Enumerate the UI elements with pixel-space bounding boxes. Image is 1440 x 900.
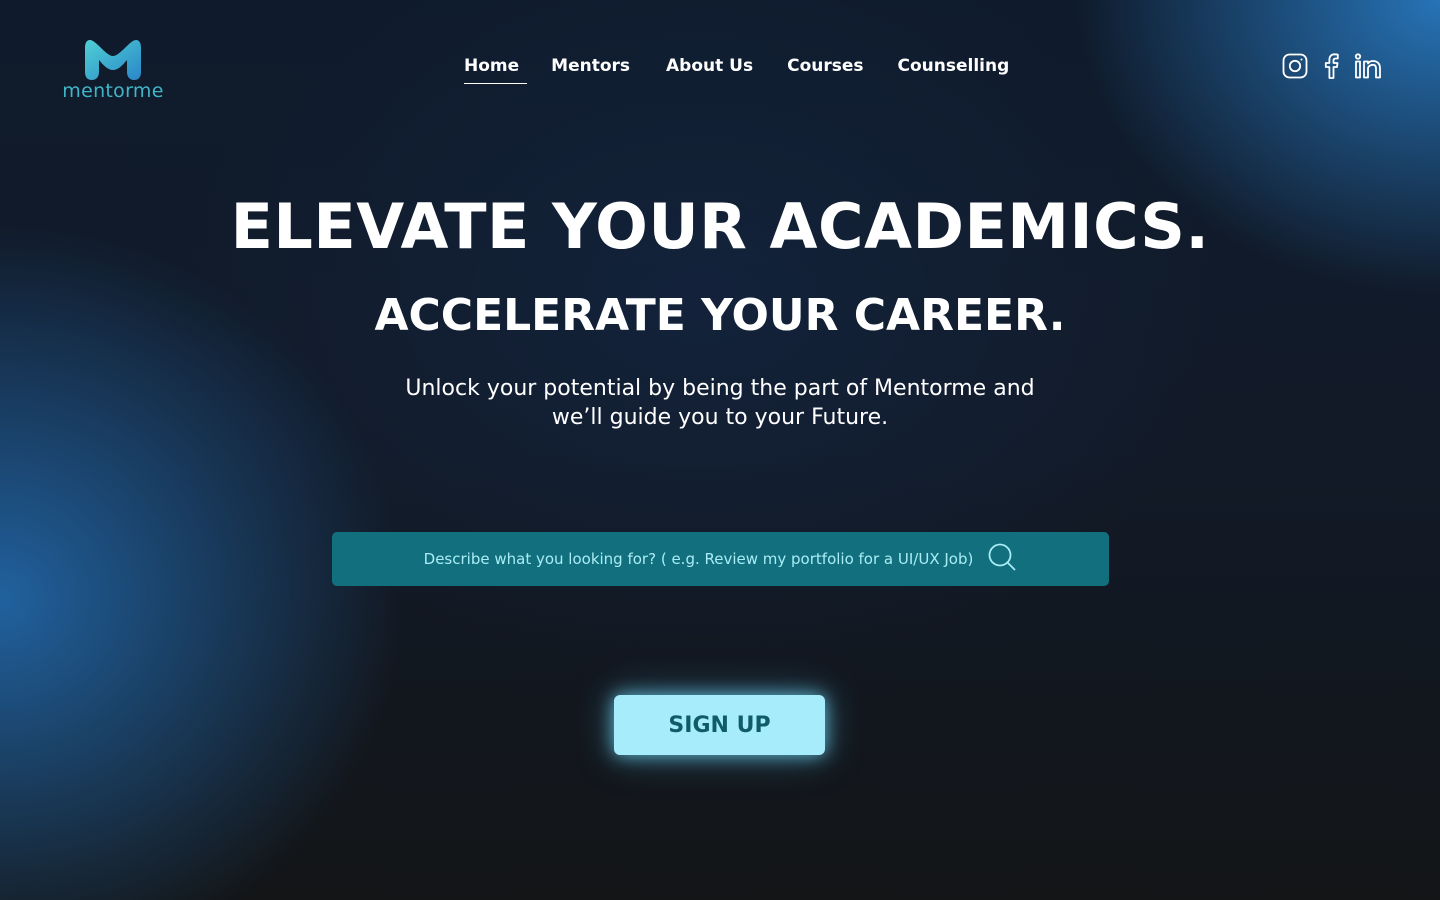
m-logo-icon — [56, 36, 170, 82]
hero-headline: ELEVATE YOUR ACADEMICS. — [230, 190, 1210, 263]
linkedin-icon[interactable] — [1354, 53, 1382, 83]
nav-item-about-us[interactable]: About Us — [666, 56, 753, 84]
signup-button[interactable]: SIGN UP — [614, 695, 825, 755]
nav-item-home[interactable]: Home — [464, 56, 528, 84]
hero-description-line-1: Unlock your potential by being the part … — [405, 376, 1035, 401]
main-nav: Home Mentors About Us Courses Counsellin… — [464, 56, 1009, 84]
hero-description: Unlock your potential by being the part … — [0, 374, 1440, 432]
hero-description-line-2: we’ll guide you to your Future. — [551, 405, 889, 430]
hero-subheadline: ACCELERATE YOUR CAREER. — [374, 290, 1066, 341]
facebook-icon[interactable] — [1322, 52, 1340, 84]
brand-logo[interactable]: mentorme — [56, 36, 170, 102]
instagram-icon[interactable] — [1282, 53, 1308, 83]
search-bar[interactable]: Describe what you looking for? ( e.g. Re… — [332, 532, 1109, 586]
brand-name: mentorme — [62, 80, 164, 102]
search-icon[interactable] — [987, 542, 1017, 576]
nav-item-mentors[interactable]: Mentors — [551, 56, 630, 84]
search-placeholder[interactable]: Describe what you looking for? ( e.g. Re… — [424, 550, 974, 568]
nav-item-counselling[interactable]: Counselling — [898, 56, 1010, 84]
nav-item-courses[interactable]: Courses — [787, 56, 863, 84]
social-links — [1282, 52, 1382, 84]
